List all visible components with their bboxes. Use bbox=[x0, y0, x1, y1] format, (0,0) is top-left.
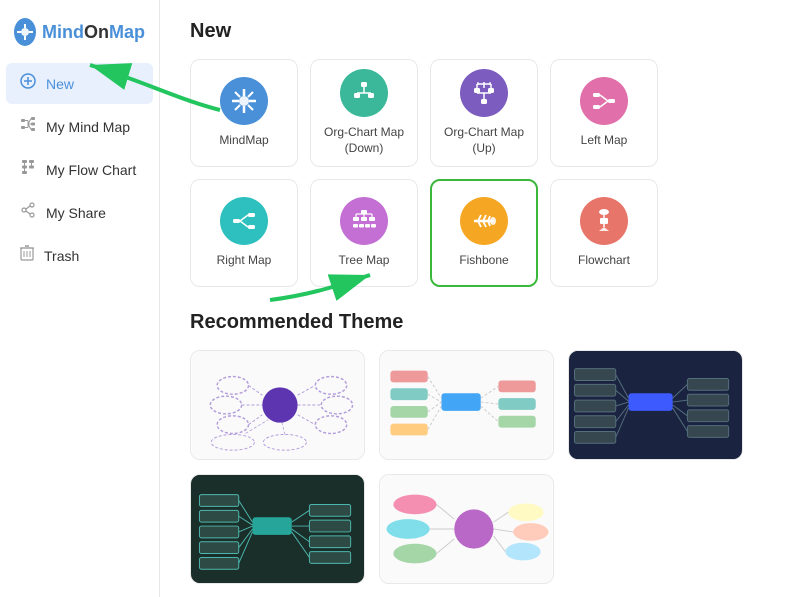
sidebar-item-trash-label: Trash bbox=[44, 248, 79, 264]
fishbone-label: Fishbone bbox=[459, 253, 508, 269]
org-up-label: Org-Chart Map (Up) bbox=[431, 125, 537, 156]
sidebar-item-trash[interactable]: Trash bbox=[6, 235, 153, 276]
logo: MindOnMap bbox=[0, 10, 159, 62]
mindmap-icon-circle bbox=[220, 77, 268, 125]
left-map-icon-circle bbox=[580, 77, 628, 125]
main-content: New MindMap bbox=[160, 0, 800, 597]
theme-card-3[interactable] bbox=[568, 350, 743, 460]
mindmap-label: MindMap bbox=[219, 133, 268, 149]
sidebar-item-flow-chart[interactable]: My Flow Chart bbox=[6, 149, 153, 190]
left-map-label: Left Map bbox=[581, 133, 628, 149]
right-map-label: Right Map bbox=[217, 253, 272, 269]
flowchart-nav-icon bbox=[20, 159, 36, 180]
flowchart-icon-circle bbox=[580, 197, 628, 245]
theme-card-1[interactable] bbox=[190, 350, 365, 460]
map-grid: MindMap Org-Chart Map (Down) bbox=[190, 59, 770, 287]
org-down-icon-circle bbox=[340, 69, 388, 117]
sidebar-item-mindmap-label: My Mind Map bbox=[46, 119, 130, 135]
sidebar-item-flowchart-label: My Flow Chart bbox=[46, 162, 136, 178]
map-card-right-map[interactable]: Right Map bbox=[190, 179, 298, 287]
trash-icon bbox=[20, 245, 34, 266]
flowchart-label: Flowchart bbox=[578, 253, 630, 269]
theme-card-5[interactable] bbox=[379, 474, 554, 584]
sidebar-item-my-share[interactable]: My Share bbox=[6, 192, 153, 233]
sidebar-item-share-label: My Share bbox=[46, 205, 106, 221]
map-card-org-chart-down[interactable]: Org-Chart Map (Down) bbox=[310, 59, 418, 167]
theme-card-4[interactable] bbox=[190, 474, 365, 584]
tree-map-icon-circle bbox=[340, 197, 388, 245]
mindmap-icon bbox=[20, 116, 36, 137]
org-down-label: Org-Chart Map (Down) bbox=[324, 125, 404, 156]
map-card-left-map[interactable]: Left Map bbox=[550, 59, 658, 167]
map-card-tree-map[interactable]: Tree Map bbox=[310, 179, 418, 287]
share-icon bbox=[20, 202, 36, 223]
map-card-fishbone[interactable]: Fishbone bbox=[430, 179, 538, 287]
theme-grid bbox=[190, 350, 770, 584]
map-card-flowchart[interactable]: Flowchart bbox=[550, 179, 658, 287]
sidebar: MindOnMap New bbox=[0, 0, 160, 597]
theme-card-2[interactable] bbox=[379, 350, 554, 460]
sidebar-item-my-mind-map[interactable]: My Mind Map bbox=[6, 106, 153, 147]
map-card-org-chart-up[interactable]: Org-Chart Map (Up) bbox=[430, 59, 538, 167]
logo-icon bbox=[14, 18, 36, 46]
right-map-icon-circle bbox=[220, 197, 268, 245]
org-up-icon-circle bbox=[460, 69, 508, 117]
sidebar-item-new-label: New bbox=[46, 76, 74, 92]
plus-icon bbox=[20, 73, 36, 94]
logo-text: MindOnMap bbox=[42, 22, 145, 43]
sidebar-item-new[interactable]: New bbox=[6, 63, 153, 104]
fishbone-icon-circle bbox=[460, 197, 508, 245]
new-section-title: New bbox=[190, 20, 770, 43]
map-card-mindmap[interactable]: MindMap bbox=[190, 59, 298, 167]
recommended-section-title: Recommended Theme bbox=[190, 311, 770, 334]
tree-map-label: Tree Map bbox=[339, 253, 390, 269]
